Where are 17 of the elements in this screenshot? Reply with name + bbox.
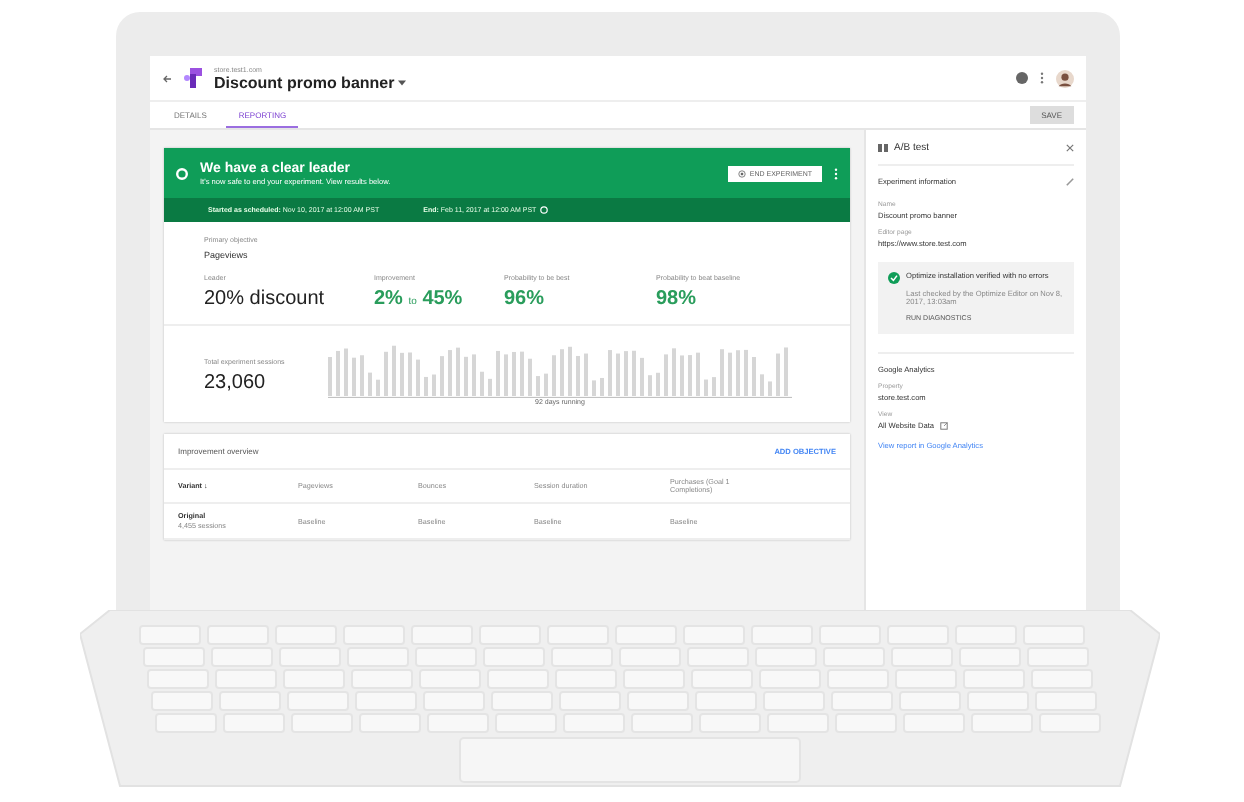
help-icon[interactable] <box>540 206 549 214</box>
status-circle-icon <box>176 167 188 179</box>
dropdown-caret-icon[interactable] <box>398 79 407 85</box>
edit-icon[interactable] <box>1066 178 1074 186</box>
beat-value: 98% <box>656 288 699 310</box>
close-icon[interactable] <box>1066 144 1074 152</box>
best-value: 96% <box>504 288 547 310</box>
logo-icon <box>184 68 202 88</box>
back-icon[interactable] <box>162 73 172 83</box>
avatar-icon[interactable] <box>1056 69 1074 87</box>
experiment-title[interactable]: Discount promo banner <box>214 73 395 91</box>
external-link-icon[interactable] <box>940 422 948 430</box>
sessions-value: 23,060 <box>204 372 268 394</box>
leader-value: 20% discount <box>204 288 327 310</box>
help-icon[interactable] <box>1016 72 1028 84</box>
check-circle-icon <box>888 272 900 284</box>
stop-icon <box>737 169 746 177</box>
